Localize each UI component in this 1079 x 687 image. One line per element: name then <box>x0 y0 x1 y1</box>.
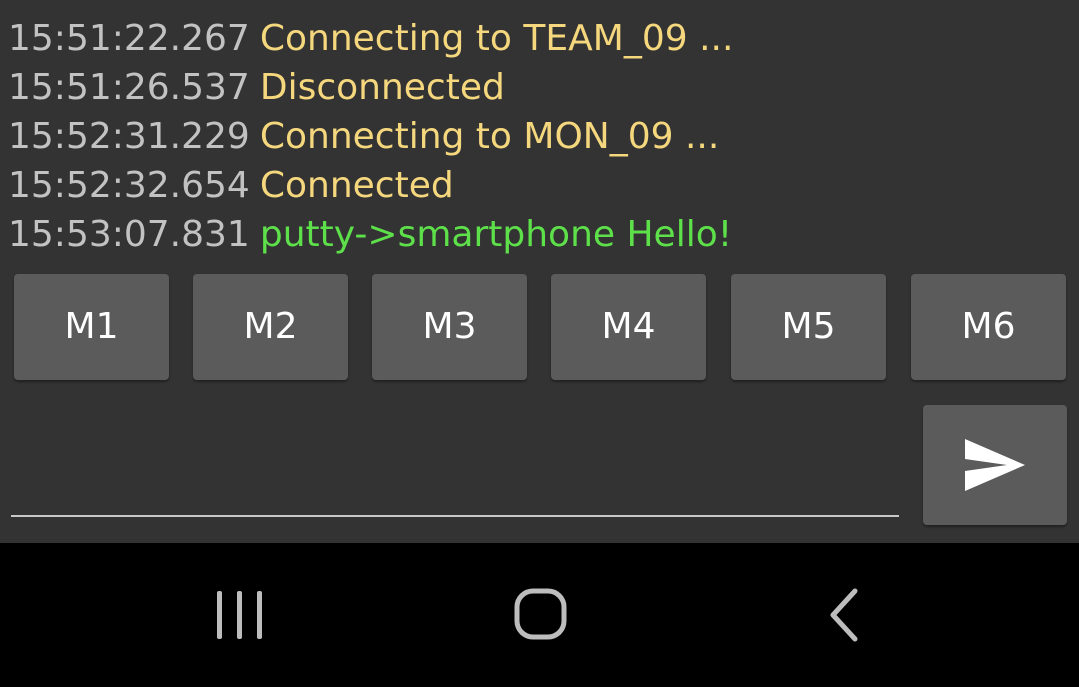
macro-button-m6[interactable]: M6 <box>911 274 1066 380</box>
home-button[interactable] <box>500 583 580 647</box>
log-timestamp: 15:52:32.654 <box>8 165 250 206</box>
recent-apps-icon <box>217 591 262 639</box>
log-line: 15:52:31.229 Connecting to MON_09 ... <box>8 112 1068 161</box>
send-icon <box>965 439 1025 491</box>
log-message: Connected <box>259 165 454 206</box>
log-timestamp: 15:51:26.537 <box>8 67 250 108</box>
input-underline <box>11 515 899 517</box>
serial-terminal-screen: 15:51:22.267 Connecting to TEAM_09 ... 15… <box>0 0 1079 543</box>
back-icon <box>830 588 858 642</box>
back-button[interactable] <box>805 583 885 647</box>
log-timestamp: 15:53:07.831 <box>8 214 250 255</box>
log-line: 15:51:22.267 Connecting to TEAM_09 ... <box>8 14 1068 63</box>
macro-button-m2[interactable]: M2 <box>193 274 348 380</box>
macro-button-m1[interactable]: M1 <box>14 274 169 380</box>
log-timestamp: 15:52:31.229 <box>8 116 250 157</box>
log-timestamp: 15:51:22.267 <box>8 18 250 59</box>
log-line: 15:51:26.537 Disconnected <box>8 63 1068 112</box>
macro-button-m3[interactable]: M3 <box>372 274 527 380</box>
home-icon <box>514 588 567 640</box>
macro-button-row: M1 M2 M3 M4 M5 M6 <box>14 274 1068 380</box>
log-line: 15:53:07.831 putty->smartphone Hello! <box>8 210 1068 259</box>
macro-button-m4[interactable]: M4 <box>551 274 706 380</box>
send-button[interactable] <box>923 405 1067 525</box>
log-line: 15:52:32.654 Connected <box>8 161 1068 210</box>
message-log[interactable]: 15:51:22.267 Connecting to TEAM_09 ... 15… <box>8 14 1068 259</box>
log-message: Connecting to MON_09 ... <box>259 116 720 157</box>
system-navigation-bar <box>0 543 1079 687</box>
recent-apps-button[interactable] <box>200 583 280 647</box>
log-message: Disconnected <box>259 67 505 108</box>
log-message: Connecting to TEAM_09 ... <box>259 18 734 59</box>
message-input[interactable] <box>11 430 903 512</box>
log-message: putty->smartphone Hello! <box>259 214 733 255</box>
macro-button-m5[interactable]: M5 <box>731 274 886 380</box>
